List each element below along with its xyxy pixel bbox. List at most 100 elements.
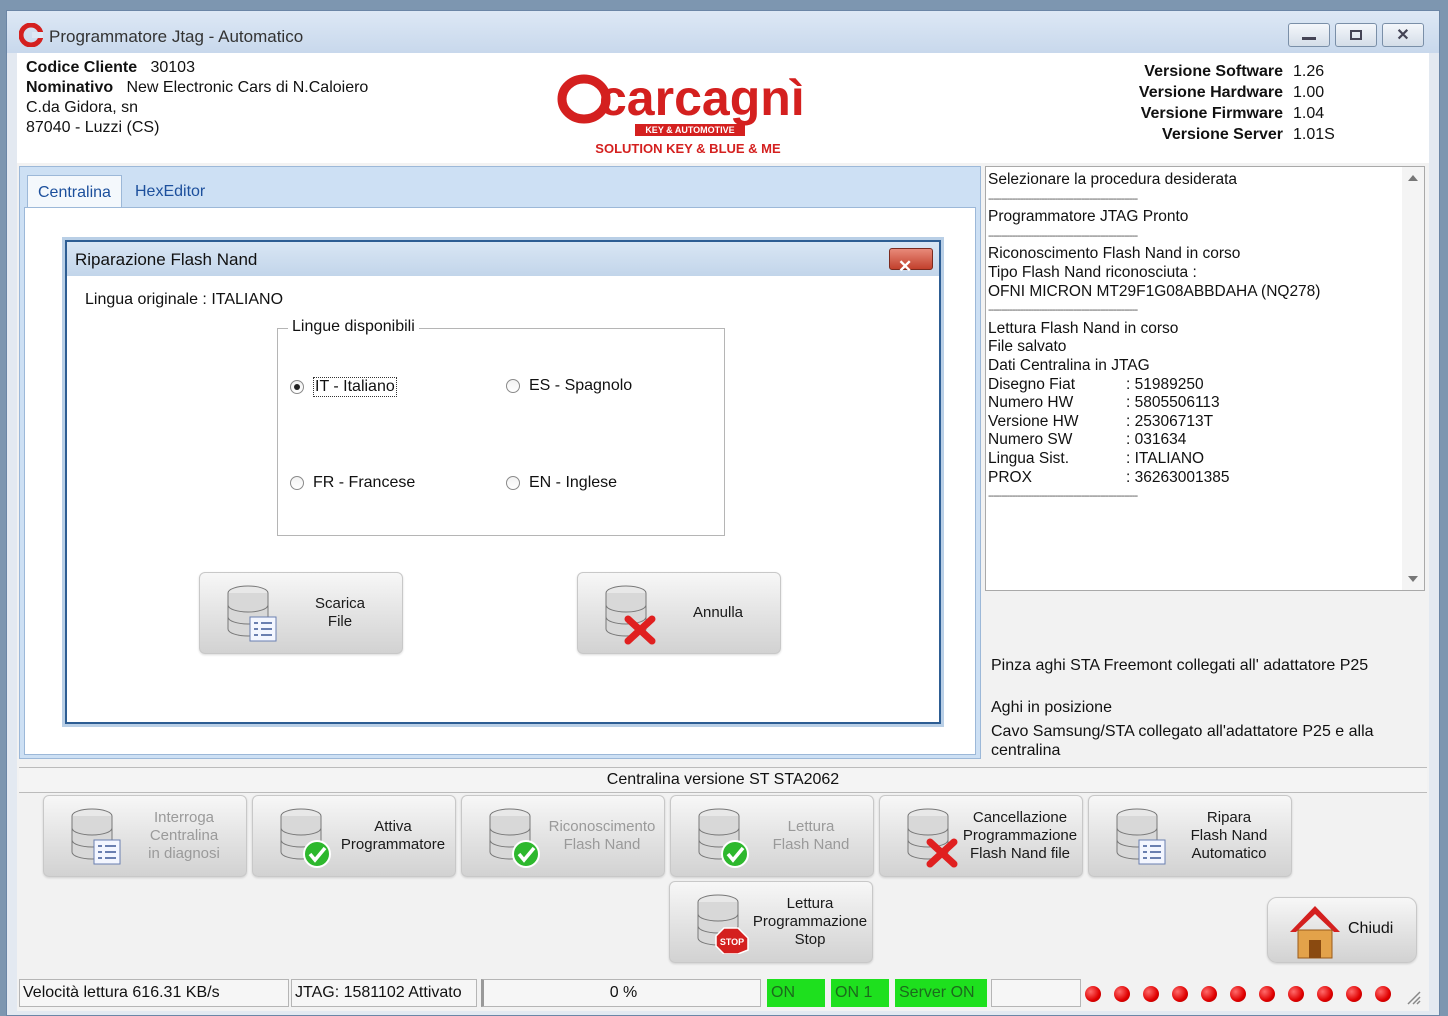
version-value: 1.26	[1293, 63, 1325, 80]
client-name-value: New Electronic Cars di N.Caloiero	[126, 79, 369, 96]
minimize-button[interactable]	[1288, 23, 1330, 47]
restore-icon	[1350, 30, 1362, 40]
log-line: Lettura Flash Nand in corso	[988, 319, 1179, 337]
log-separator: ----------------------------------------…	[988, 192, 1138, 205]
action-button-3[interactable]: Riconoscimento Flash Nand	[461, 795, 665, 877]
action-button-6[interactable]: Ripara Flash Nand Automatico	[1088, 795, 1292, 877]
radio-circle	[290, 476, 304, 490]
ecu-version-bar: Centralina versione ST STA2062	[19, 767, 1427, 793]
version-label: Versione Software	[1144, 63, 1283, 80]
log-separator: ----------------------------------------…	[988, 304, 1138, 317]
dialog-title-bar: Riparazione Flash Nand ✕	[67, 242, 939, 276]
close-label: Chiudi	[1348, 920, 1394, 937]
log-field-key: Disegno Fiat	[988, 375, 1076, 393]
database-check-icon	[489, 808, 540, 868]
logo-subtitle: SOLUTION KEY & BLUE & ME	[595, 141, 781, 155]
cancel-label: Annulla	[692, 604, 744, 621]
log-field: Lingua Sist. : ITALIANO	[988, 450, 1398, 469]
log-field-value: : 36263001385	[1126, 468, 1230, 486]
stop-button[interactable]: STOP Lettura Programmazione Stop	[669, 881, 873, 963]
radio-it[interactable]: IT - Italiano	[290, 377, 397, 397]
radio-es[interactable]: ES - Spagnolo	[506, 377, 632, 395]
status-led	[1288, 986, 1304, 1002]
radio-fr[interactable]: FR - Francese	[290, 474, 415, 492]
message-1: Pinza aghi STA Freemont collegati all' a…	[991, 657, 1369, 674]
log-scrollbar[interactable]	[1402, 167, 1424, 590]
version-label: Versione Server	[1162, 126, 1283, 143]
status-bar: Velocità lettura 616.31 KB/s JTAG: 15811…	[19, 979, 1427, 1009]
tab-centralina[interactable]: Centralina	[27, 175, 122, 209]
log-field-key: Versione HW	[988, 412, 1079, 430]
scroll-up-icon[interactable]	[1408, 175, 1418, 181]
status-led	[1143, 986, 1159, 1002]
radio-es-label: ES - Spagnolo	[529, 377, 633, 394]
log-field: Numero SW : 031634	[988, 431, 1398, 450]
close-icon: ✕	[898, 257, 913, 276]
message-2: Aghi in posizione	[991, 699, 1112, 716]
maximize-button[interactable]	[1335, 23, 1377, 47]
log-field: Disegno Fiat: 51989250	[988, 376, 1398, 395]
action-label: Riconoscimento Flash Nand	[548, 818, 656, 853]
radio-circle	[290, 380, 304, 394]
action-button-1[interactable]: Interroga Centralina in diagnosi	[43, 795, 247, 877]
radio-en[interactable]: EN - Inglese	[506, 474, 617, 492]
stop-badge: STOP	[720, 937, 744, 947]
radio-en-label: EN - Inglese	[529, 474, 618, 491]
version-row: Versione Server 1.01S	[1115, 126, 1335, 144]
status-led	[1114, 986, 1130, 1002]
action-label: Cancellazione Programmazione Flash Nand …	[962, 809, 1078, 862]
log-line: Programmatore JTAG Pronto	[988, 208, 1189, 226]
tab-panel-centralina: Riparazione Flash Nand ✕ Lingua original…	[24, 207, 976, 755]
tab-hexeditor[interactable]: HexEditor	[125, 175, 215, 209]
jtag-status: JTAG: 1581102 Attivato	[291, 979, 477, 1007]
radio-fr-label: FR - Francese	[313, 474, 416, 491]
cancel-button[interactable]: Annulla	[577, 572, 781, 654]
download-file-button[interactable]: Scarica File	[199, 572, 403, 654]
status-spacer	[991, 979, 1081, 1007]
log-field-value: : ITALIANO	[1126, 449, 1205, 467]
log-field-key: Numero SW	[988, 431, 1073, 449]
action-label: Interroga Centralina in diagnosi	[148, 809, 220, 862]
version-row: Versione Firmware 1.04	[1115, 105, 1333, 123]
carcagni-logo: carcagnì KEY & AUTOMOTIVE SOLUTION KEY &…	[557, 65, 819, 156]
close-button[interactable]: Chiudi	[1267, 897, 1417, 963]
log-line: OFNI MICRON MT29F1G08ABBDAHA (NQ278)	[988, 282, 1321, 300]
log-field-key: Lingua Sist.	[988, 449, 1069, 467]
action-button-2[interactable]: Attiva Programmatore	[252, 795, 456, 877]
message-3: Cavo Samsung/STA collegato all'adattator…	[991, 723, 1374, 759]
database-delete-icon	[605, 585, 656, 645]
address-line-1: C.da Gidora, sn	[26, 99, 139, 116]
log-separator: ----------------------------------------…	[988, 229, 1138, 242]
status-led	[1346, 986, 1362, 1002]
app-logo-icon	[19, 23, 43, 47]
dialog-title: Riparazione Flash Nand	[75, 250, 258, 269]
log-pane[interactable]: Selezionare la procedura desiderata -----…	[985, 166, 1425, 591]
minimize-icon	[1302, 36, 1316, 40]
log-field: PROX : 36263001385	[988, 469, 1398, 488]
status-led	[1172, 986, 1188, 1002]
action-button-4[interactable]: Lettura Flash Nand	[670, 795, 874, 877]
database-list-icon	[71, 808, 121, 865]
version-value: 1.04	[1293, 105, 1325, 122]
download-file-label: Scarica File	[314, 595, 366, 630]
version-value: 1.01S	[1293, 126, 1335, 143]
log-field-value: : 25306713T	[1126, 412, 1214, 430]
log-field-key: PROX	[988, 468, 1032, 486]
logo-text: carcagnì	[599, 70, 805, 126]
client-name: Nominativo New Electronic Cars di N.Calo…	[26, 79, 368, 97]
resize-grip-icon[interactable]	[1407, 991, 1421, 1005]
log-field: Versione HW : 25306713T	[988, 413, 1398, 432]
home-icon	[1290, 906, 1340, 959]
database-list-icon	[227, 585, 277, 642]
database-delete-icon	[907, 808, 958, 868]
scroll-down-icon[interactable]	[1408, 576, 1418, 582]
database-stop-icon: STOP	[697, 894, 749, 954]
action-button-5[interactable]: Cancellazione Programmazione Flash Nand …	[879, 795, 1083, 877]
close-window-button[interactable]: ✕	[1382, 23, 1424, 47]
log-field-value: : 031634	[1126, 431, 1187, 449]
dialog-close-button[interactable]: ✕	[889, 248, 933, 276]
language-group: Lingue disponibili IT - Italiano ES - Sp…	[277, 318, 725, 536]
on1-indicator: ON 1	[831, 979, 889, 1007]
status-led	[1201, 986, 1217, 1002]
radio-circle	[506, 476, 520, 490]
